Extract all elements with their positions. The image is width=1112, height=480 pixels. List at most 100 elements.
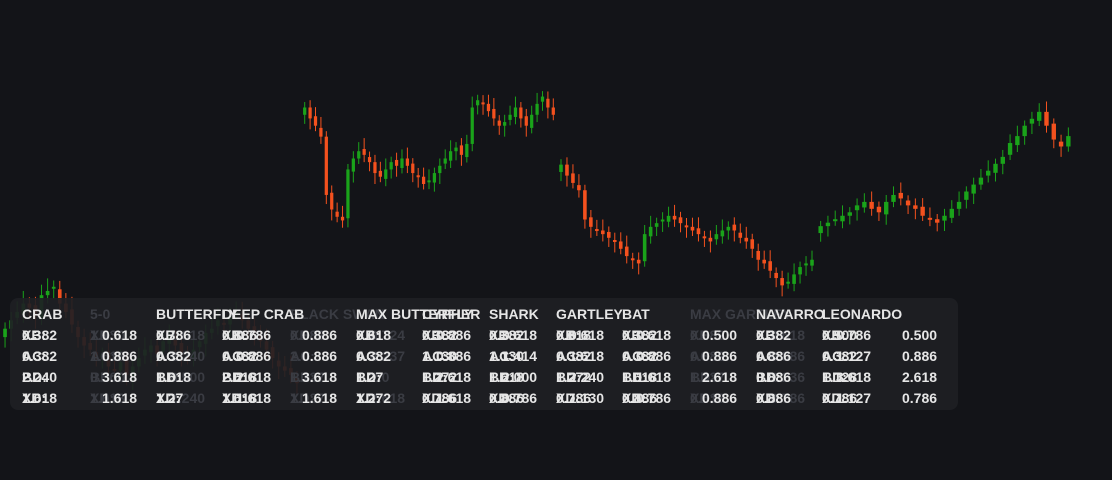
ratio-min: BD:	[756, 369, 781, 385]
candle-body	[891, 194, 896, 202]
candle-body	[1044, 111, 1049, 126]
candle-body	[565, 164, 569, 176]
candle-body	[1066, 136, 1071, 147]
ratio-max-value: 0.886	[102, 348, 138, 364]
candle-body	[702, 236, 707, 239]
ratio-min: XB:	[556, 327, 581, 343]
ratio-min: XD:	[422, 390, 447, 406]
candle-body	[45, 290, 50, 296]
ratio-max-value: 1.618	[302, 390, 338, 406]
ratio-min: BD:	[422, 369, 447, 385]
ratio-row: XD: 1.618 1.618	[222, 388, 357, 409]
candle-body	[559, 164, 563, 172]
candle-body	[421, 176, 426, 184]
candle-body	[768, 261, 772, 271]
candle-body	[427, 180, 431, 183]
candle-body	[400, 158, 404, 168]
candle-body	[971, 184, 976, 194]
candle-body	[476, 100, 480, 106]
candle-body	[847, 212, 852, 216]
candle-body	[804, 263, 808, 266]
candle-body	[535, 103, 539, 115]
ratio-row: BD: 1.618 2.618	[622, 367, 757, 388]
pattern-name: DEEP CRAB	[222, 306, 305, 322]
candle-body	[513, 107, 518, 117]
candle-body	[714, 234, 719, 240]
pattern-column: BAT XB: 0.382 0.500 AC: 0.382 0.886 BD: 1.618…	[622, 304, 757, 409]
ratio-max-value: 0.886	[702, 390, 738, 406]
candle-body	[898, 192, 903, 199]
ratio-max-value: 3.618	[102, 369, 138, 385]
candle-body	[978, 177, 984, 185]
candle-body	[589, 217, 593, 227]
ratio-min: XB:	[422, 327, 447, 343]
pattern-column: LEONARDO XB: 0.500 0.500 AC: 0.382 0.886 BD: …	[822, 304, 957, 409]
candle-body	[551, 107, 555, 115]
candle-body	[324, 136, 328, 195]
candle-body	[346, 169, 350, 219]
candle-body	[624, 246, 629, 257]
ratio-max-value: 1.618	[102, 390, 138, 406]
ratio-max-value: 2.618	[702, 369, 738, 385]
ratio-min: BD:	[489, 369, 514, 385]
candle-body	[840, 215, 845, 222]
candle-body	[913, 205, 918, 209]
ratio-max-value: 0.500	[902, 327, 938, 343]
ratio-min: XB:	[356, 327, 381, 343]
candle-body	[335, 211, 339, 217]
candle-body	[1029, 118, 1035, 124]
candle-body	[411, 163, 415, 174]
ratio-min: XD:	[556, 390, 581, 406]
candle-body	[762, 259, 766, 264]
ratio-max-value: 0.886	[902, 348, 938, 364]
candle-body	[448, 151, 453, 161]
ratio-min: XD:	[22, 390, 47, 406]
pattern-name: BAT	[622, 306, 650, 322]
candle-body	[384, 169, 388, 179]
candle-body	[1000, 156, 1005, 164]
candle-body	[362, 149, 366, 155]
candle-body	[330, 192, 334, 210]
ratio-min: BD:	[556, 369, 581, 385]
candle-body	[854, 205, 860, 211]
ratio-min: XD:	[822, 390, 847, 406]
candle-body	[986, 170, 991, 176]
ratio-row: BD: 1.128 2.618	[822, 367, 957, 388]
candle-body	[470, 107, 474, 144]
ratio-row: AC: 0.382 0.886	[222, 346, 357, 367]
ratio-min: XB:	[156, 327, 181, 343]
candle-body	[726, 226, 731, 231]
ratio-row: XD: 0.886 0.886	[622, 388, 757, 409]
candle-body	[618, 241, 623, 249]
candle-body	[601, 230, 605, 235]
candle-body	[708, 237, 713, 242]
candle-body	[732, 224, 737, 231]
ratio-row: BD: 2.618 3.618	[222, 367, 357, 388]
candle-body	[357, 151, 361, 159]
ratio-min: BD:	[22, 369, 47, 385]
ratio-min: AC:	[556, 348, 581, 364]
candle-body	[993, 163, 998, 173]
candle-body	[530, 114, 534, 128]
candle-body	[607, 231, 611, 238]
ratio-min: BD:	[822, 369, 847, 385]
ratio-max-value: 0.500	[702, 327, 738, 343]
candle-body	[481, 102, 485, 105]
ratio-min: AC:	[356, 348, 381, 364]
ratio-row: XB: 0.382 0.500	[622, 325, 757, 346]
candle-body	[810, 259, 814, 266]
ratio-min: BD:	[222, 369, 247, 385]
candle-body	[964, 191, 969, 200]
ratio-max-value: 0.886	[702, 348, 738, 364]
ratio-row: XB: 0.382 0.618	[22, 325, 157, 346]
candle-body	[51, 286, 56, 289]
candle-body	[630, 258, 635, 261]
candle-body	[1007, 143, 1013, 155]
ratio-min: XB:	[22, 327, 47, 343]
candle-body	[577, 185, 581, 191]
candle-body	[389, 162, 393, 170]
ratio-row: XD: 1.618 1.618	[22, 388, 157, 409]
candle-body	[876, 206, 882, 213]
candle-body	[786, 281, 790, 284]
candle-body	[780, 278, 784, 286]
